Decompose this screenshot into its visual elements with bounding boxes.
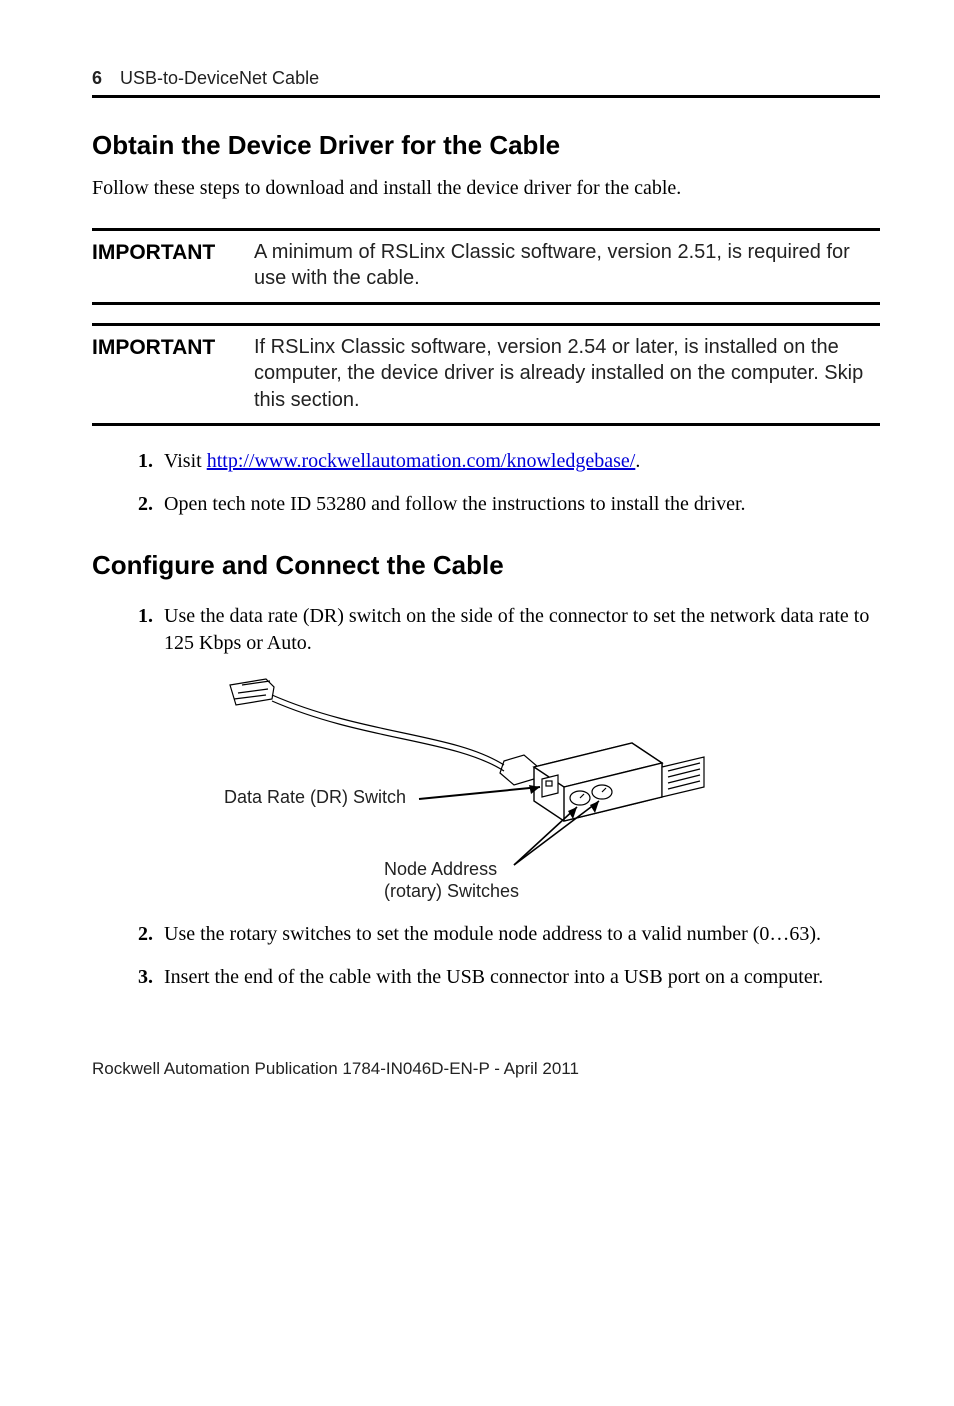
step-text: Insert the end of the cable with the USB… — [164, 966, 823, 988]
doc-running-title: USB-to-DeviceNet Cable — [120, 68, 319, 89]
publication-footer: Rockwell Automation Publication 1784-IN0… — [92, 1059, 880, 1079]
section-heading-obtain-driver: Obtain the Device Driver for the Cable — [92, 130, 880, 161]
important-callout-1: IMPORTANT A minimum of RSLinx Classic so… — [92, 228, 880, 305]
diagram-label-node-address-1: Node Address — [384, 859, 497, 879]
step-1-visit-kb: Visit http://www.rockwellautomation.com/… — [158, 448, 880, 475]
diagram-label-dr-switch: Data Rate (DR) Switch — [224, 787, 406, 807]
knowledgebase-link[interactable]: http://www.rockwellautomation.com/knowle… — [207, 450, 636, 472]
page-number: 6 — [92, 68, 102, 89]
step-text: Use the data rate (DR) switch on the sid… — [164, 605, 869, 654]
step-text: Use the rotary switches to set the modul… — [164, 923, 821, 945]
step-text: Open tech note ID 53280 and follow the i… — [164, 493, 746, 515]
callout-label: IMPORTANT — [92, 334, 254, 360]
callout-body: A minimum of RSLinx Classic software, ve… — [254, 239, 880, 292]
section2-steps-list: Use the data rate (DR) switch on the sid… — [92, 603, 880, 991]
callout-body: If RSLinx Classic software, version 2.54… — [254, 334, 880, 413]
diagram-label-node-address-2: (rotary) Switches — [384, 881, 519, 901]
running-header: 6 USB-to-DeviceNet Cable — [92, 68, 880, 98]
section-heading-configure-connect: Configure and Connect the Cable — [92, 550, 880, 581]
step-text-prefix: Visit — [164, 450, 207, 472]
step-2-open-technote: Open tech note ID 53280 and follow the i… — [158, 491, 880, 518]
step-1-data-rate-switch: Use the data rate (DR) switch on the sid… — [158, 603, 880, 905]
important-callout-2: IMPORTANT If RSLinx Classic software, ve… — [92, 323, 880, 426]
cable-diagram: Data Rate (DR) Switch Node Address (rota… — [224, 675, 880, 905]
callout-label: IMPORTANT — [92, 239, 254, 265]
step-3-insert-usb: Insert the end of the cable with the USB… — [158, 964, 880, 991]
section1-lead-paragraph: Follow these steps to download and insta… — [92, 175, 880, 202]
cable-connector-diagram-svg: Data Rate (DR) Switch Node Address (rota… — [224, 675, 744, 905]
section1-steps-list: Visit http://www.rockwellautomation.com/… — [92, 448, 880, 518]
step-text-suffix: . — [635, 450, 640, 472]
step-2-rotary-switches: Use the rotary switches to set the modul… — [158, 921, 880, 948]
